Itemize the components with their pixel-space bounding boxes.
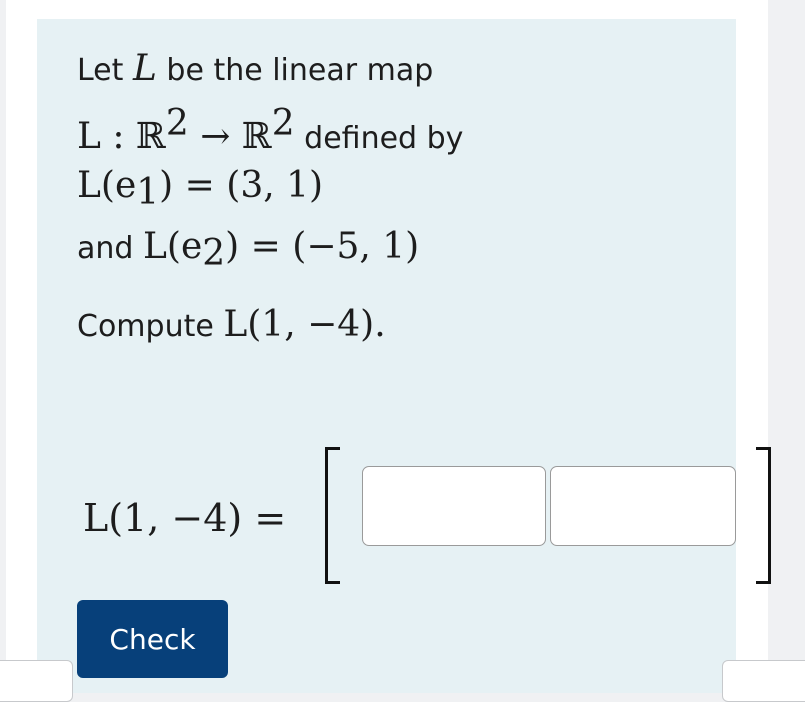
e2-rhs: ) = (−5, 1) [225,226,420,267]
intro-text: Let [77,53,124,88]
defined-by-text: defined by [304,121,464,156]
answer-input-2[interactable] [550,466,736,546]
compute-line: Compute L(1, −4). [77,304,386,345]
e1-subscript: 1 [136,172,160,213]
map-definition: L : ℝ [77,116,166,157]
check-button[interactable]: Check [77,600,228,678]
partial-card-right [722,660,805,702]
compute-expression: L(1, −4). [223,304,386,345]
e2-line: and L(e2) = (−5, 1) [77,226,419,274]
answer-label: L(1, −4) = [83,496,287,540]
e1-line: L(e1) = (3, 1) [77,165,323,213]
right-bracket [756,447,771,584]
left-bracket [325,447,340,584]
codomain-exponent: 2 [271,103,295,144]
e1-lhs: L(e [77,165,137,206]
e1-rhs: ) = (3, 1) [159,165,324,206]
map-symbol: L [132,48,157,89]
compute-text: Compute [77,309,214,344]
codomain-arrow: → ℝ [188,116,272,157]
intro-line: Let L be the linear map [77,48,433,89]
e2-prefix: and [77,231,134,266]
partial-card-left [0,660,73,702]
e2-subscript: 2 [202,233,226,274]
intro-rest-text: be the linear map [166,53,434,88]
e2-lhs: L(e [143,226,203,267]
answer-input-1[interactable] [362,466,546,546]
domain-exponent: 2 [165,103,189,144]
domain-line: L : ℝ2 → ℝ2 defined by [77,103,464,157]
